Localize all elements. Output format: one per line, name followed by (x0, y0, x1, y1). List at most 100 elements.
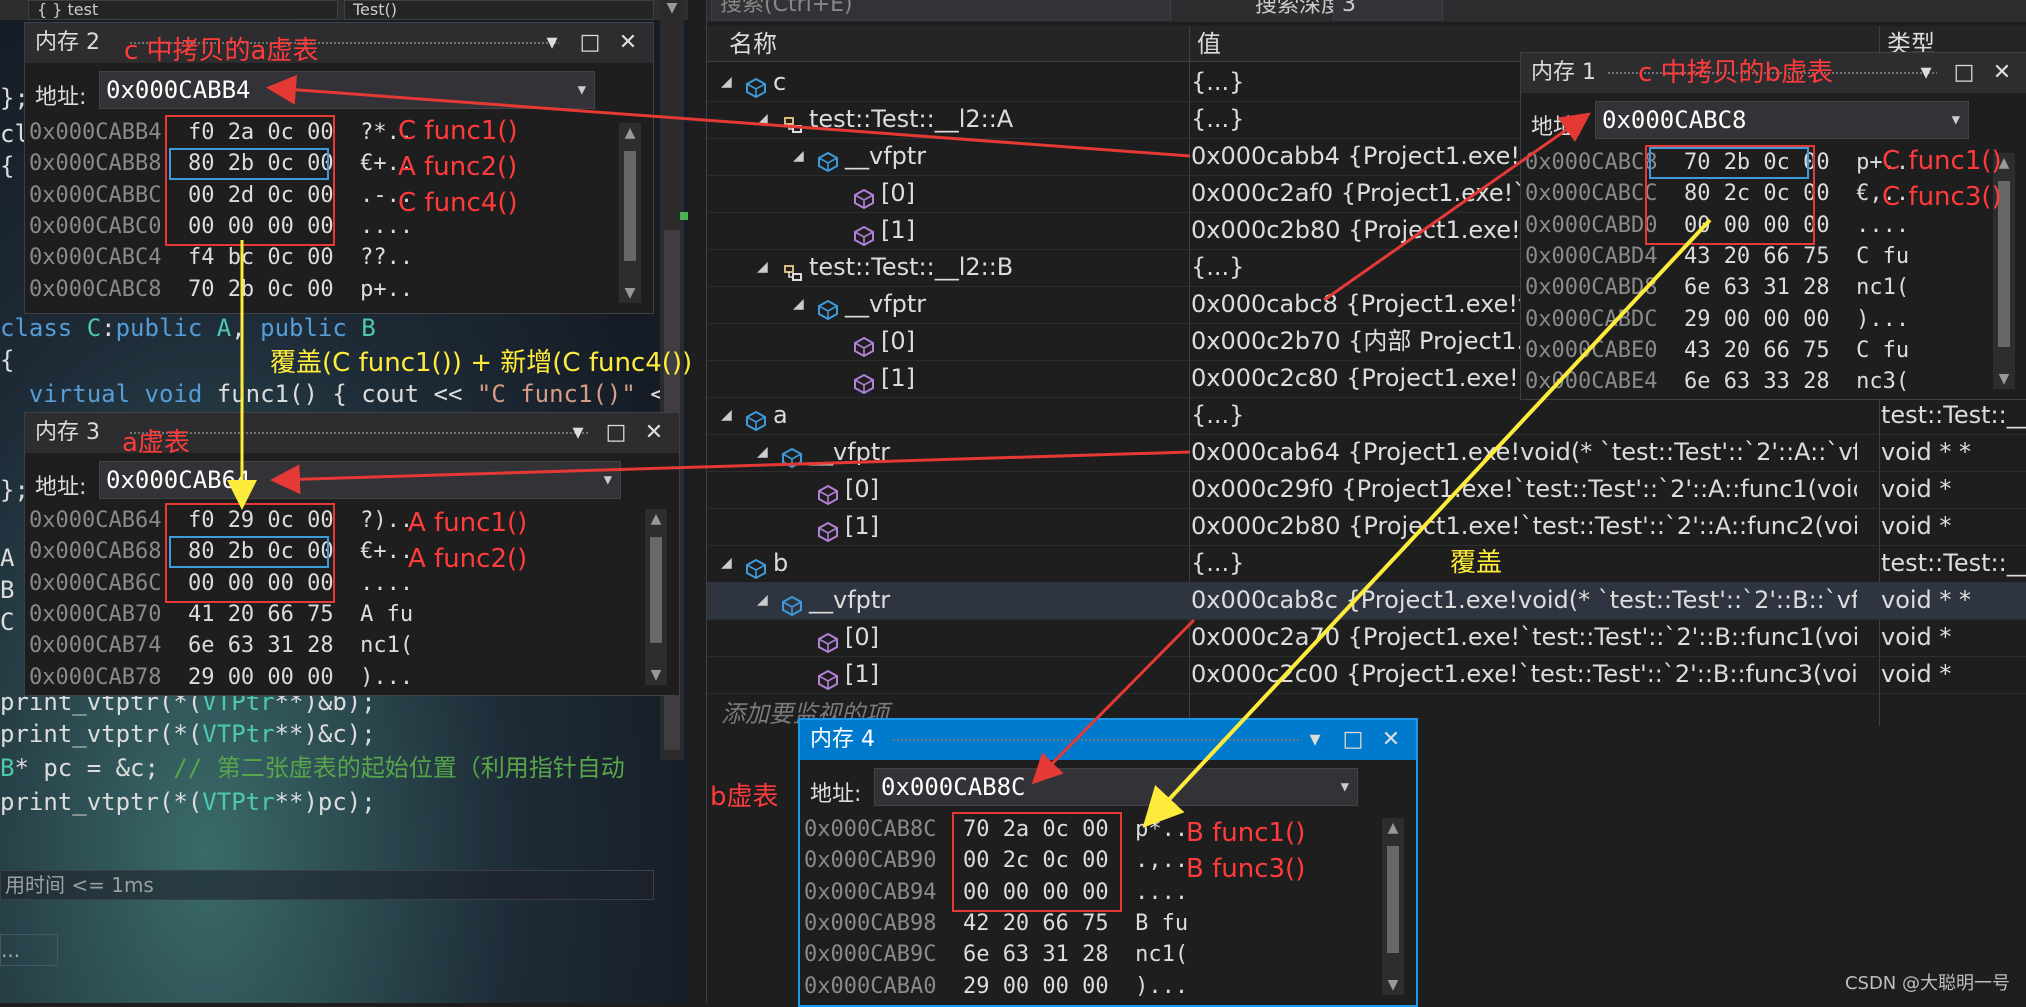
watch-value: 0x000c2b80 {Project1.exe!`test::Test'::`… (1191, 512, 1857, 540)
memory-ascii: ?).. (360, 508, 414, 533)
memory-address: 0x000CAB9C (804, 942, 937, 968)
watermark: CSDN @大聪明一号 (1844, 973, 2010, 994)
watch-row[interactable]: [0] 0x000c29f0 {Project1.exe!`test::Test'… (707, 471, 2026, 509)
watch-row[interactable]: [1] 0x000c2b80 {Project1.exe!`test::Test'… (707, 508, 2026, 546)
base-class-icon (781, 110, 802, 133)
watch-row[interactable]: [1] 0x000c2c00 {Project1.exe!`test::Test'… (707, 656, 2026, 694)
array-element-icon (853, 221, 874, 247)
scroll-thumb[interactable] (650, 537, 662, 643)
window-menu-icon[interactable]: ▾ (1913, 53, 1939, 93)
maximize-icon[interactable]: □ (603, 413, 629, 453)
memory-scrollbar[interactable]: ▲ ▼ (645, 509, 667, 685)
memory-window-2[interactable]: 内存 2 ▾ □ ✕ 地址: 0x000CABB4 ▼ ▲ ▼ 0x000CABB4 f0 2a … (24, 22, 654, 314)
memory-ascii: nc1( (1135, 942, 1189, 968)
watch-row[interactable]: ◢ b {...} test::Test::__l (707, 545, 2026, 583)
expand-toggle-icon[interactable]: ◢ (721, 64, 732, 101)
memory-scrollbar[interactable]: ▲ ▼ (1382, 818, 1404, 995)
watch-search-input[interactable]: 搜索(Ctrl+E) (711, 0, 1171, 20)
memory-title-text: 内存 1 (1531, 60, 1596, 85)
watch-name: a (773, 401, 788, 429)
scroll-down-icon[interactable]: ▼ (645, 667, 667, 683)
address-label: 地址: (35, 475, 87, 500)
address-input[interactable]: 0x000CAB64 ▼ (99, 461, 621, 499)
watch-name: c (773, 68, 787, 96)
watch-type: void * * (1881, 586, 1972, 614)
memory-address: 0x000CAB68 (29, 539, 162, 565)
expand-toggle-icon[interactable]: ◢ (757, 249, 768, 286)
column-header-name[interactable]: 名称 (707, 26, 1191, 62)
expand-toggle-icon[interactable]: ◢ (757, 434, 768, 471)
window-menu-icon[interactable]: ▾ (539, 23, 565, 63)
close-icon[interactable]: ✕ (1989, 53, 2015, 93)
memory-window-4[interactable]: 内存 4 ▾ □ ✕ 地址: 0x000CAB8C ▼ ▲ ▼ 0x000CAB8C 70 2a … (798, 718, 1418, 1007)
memory-address: 0x000CABC0 (29, 213, 162, 239)
expand-toggle-icon[interactable]: ◢ (721, 397, 732, 434)
watch-name: [0] (845, 623, 879, 651)
expand-toggle-icon[interactable]: ◢ (721, 545, 732, 582)
scroll-down-icon[interactable]: ▼ (660, 0, 684, 20)
memory-address: 0x000CAB78 (29, 664, 162, 690)
window-menu-icon[interactable]: ▾ (1302, 720, 1328, 760)
watch-row[interactable]: ◢ __vfptr 0x000cab64 {Project1.exe!void(* … (707, 434, 2026, 472)
scroll-down-icon[interactable]: ▼ (1382, 977, 1404, 993)
maximize-icon[interactable]: □ (577, 23, 603, 63)
memory-line: 0x000CAB9C 6e 63 31 28 nc1( (804, 939, 1188, 970)
scroll-down-icon[interactable]: ▼ (619, 285, 641, 301)
close-icon[interactable]: ✕ (615, 23, 641, 63)
scroll-thumb[interactable] (624, 151, 636, 261)
chevron-down-icon[interactable]: ▼ (578, 72, 586, 108)
memory-address: 0x000CABDC (1525, 306, 1658, 332)
watch-row[interactable]: ◢ a {...} test::Test::__l (707, 397, 2026, 435)
memory-window-title[interactable]: 内存 2 ▾ □ ✕ (25, 23, 653, 63)
memory-line: 0x000CABC8 70 2b 0c 00 p+.. (29, 274, 413, 305)
entry-highlight (1649, 147, 1809, 179)
expand-toggle-icon[interactable]: ◢ (793, 138, 804, 175)
scroll-down-icon[interactable]: ▼ (1993, 371, 2015, 387)
maximize-icon[interactable]: □ (1951, 53, 1977, 93)
ellipsis-button[interactable]: ... (0, 934, 58, 966)
address-input[interactable]: 0x000CABC8 ▼ (1595, 101, 1969, 139)
memory-ascii: B fu (1135, 910, 1189, 936)
scroll-up-icon[interactable]: ▲ (645, 511, 667, 527)
scroll-up-icon[interactable]: ▲ (619, 125, 641, 141)
memory-address: 0x000CABCC (1525, 181, 1658, 207)
search-depth-select[interactable]: 3 (1333, 0, 1443, 20)
watch-value: 0x000cab8c {Project1.exe!void(* `test::T… (1191, 586, 1857, 614)
memory-address: 0x000CAB70 (29, 601, 162, 627)
memory-ascii: nc1( (360, 633, 414, 659)
function-combo[interactable]: { } test (28, 0, 338, 20)
expand-toggle-icon[interactable]: ◢ (757, 582, 768, 619)
annotation-note: B func3() (1186, 854, 1306, 884)
vtable-highlight (165, 115, 335, 247)
code-line: C (0, 608, 15, 636)
memory-bytes: 43 20 66 75 (1683, 337, 1830, 363)
memory-window-1[interactable]: 内存 1 ▾ □ ✕ 地址: 0x000CABC8 ▼ ▲ ▼ 0x000CABC8 70 2b … (1520, 52, 2026, 400)
chevron-down-icon[interactable]: ▼ (1952, 102, 1960, 138)
watch-row[interactable]: ◢ __vfptr 0x000cab8c {Project1.exe!void(* … (707, 582, 2026, 620)
memory-address: 0x000CABE4 (1525, 369, 1658, 395)
expand-toggle-icon[interactable]: ◢ (757, 101, 768, 138)
window-menu-icon[interactable]: ▾ (565, 413, 591, 453)
code-line: print_vtptr(*(VTPtr**)&c); (0, 720, 376, 748)
drag-grip[interactable] (129, 431, 589, 435)
watch-name: b (773, 549, 789, 577)
address-input[interactable]: 0x000CABB4 ▼ (99, 71, 595, 109)
chevron-down-icon[interactable]: ▼ (1341, 769, 1349, 805)
memory-line: 0x000CABD8 6e 63 31 28 nc1( (1525, 272, 1909, 303)
watch-row[interactable]: [0] 0x000c2a70 {Project1.exe!`test::Test'… (707, 619, 2026, 657)
base-class-icon (781, 258, 802, 281)
scroll-up-icon[interactable]: ▲ (1382, 820, 1404, 836)
member-combo[interactable]: Test() (344, 0, 654, 20)
scroll-thumb[interactable] (1387, 846, 1399, 953)
expand-toggle-icon[interactable]: ◢ (793, 286, 804, 323)
close-icon[interactable]: ✕ (1378, 720, 1404, 760)
chevron-down-icon[interactable]: ▼ (604, 462, 612, 498)
memory-window-title[interactable]: 内存 4 ▾ □ ✕ (800, 720, 1416, 760)
memory-scrollbar[interactable]: ▲ ▼ (619, 123, 641, 303)
variable-icon (817, 147, 838, 173)
drag-grip[interactable] (892, 738, 1302, 742)
close-icon[interactable]: ✕ (641, 413, 667, 453)
watch-value: 0x000c2c00 {Project1.exe!`test::Test'::`… (1191, 660, 1857, 688)
address-input[interactable]: 0x000CAB8C ▼ (874, 768, 1358, 806)
maximize-icon[interactable]: □ (1340, 720, 1366, 760)
